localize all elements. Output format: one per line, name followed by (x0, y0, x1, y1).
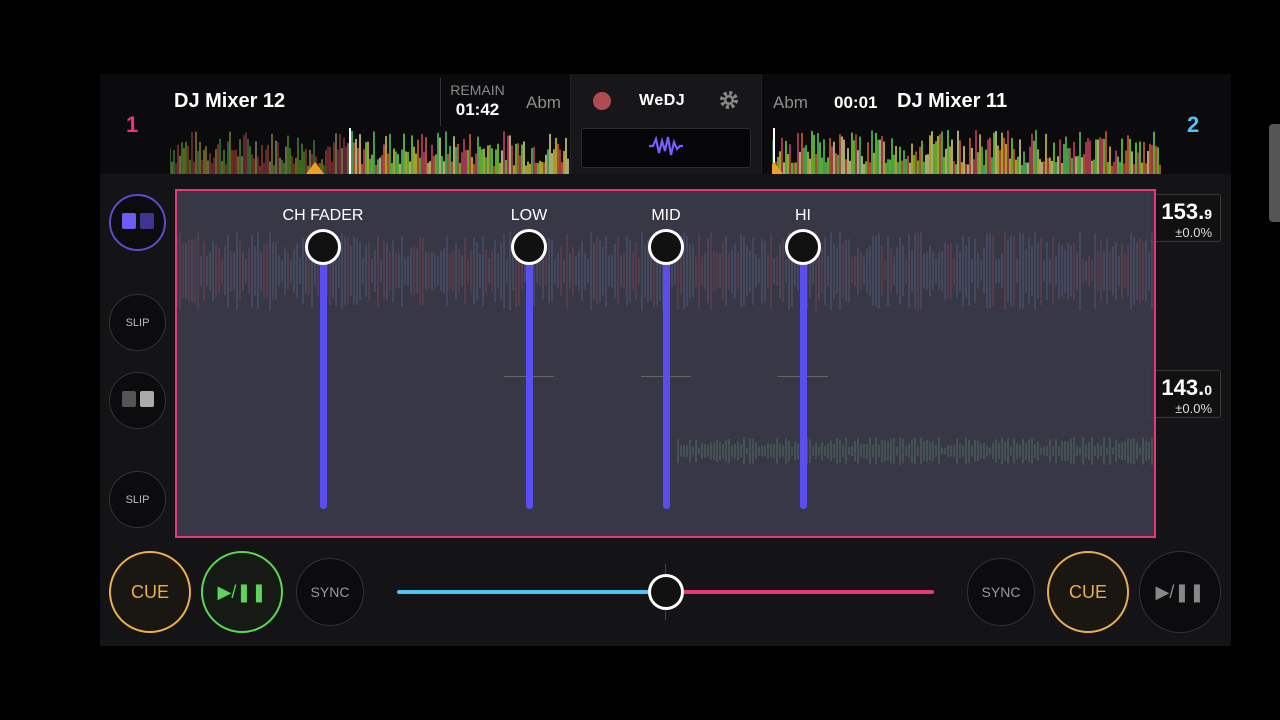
deck1-sync-button[interactable]: SYNC (296, 558, 364, 626)
crossfader-right-fill (666, 590, 934, 594)
deck1-pitch: ±0.0% (1175, 225, 1212, 240)
deck1-bpm-decimal: 9 (1204, 206, 1212, 222)
deck1-overview-waveform[interactable] (170, 128, 570, 174)
deck2-number: 2 (1187, 112, 1200, 137)
hi-eq-knob[interactable] (785, 229, 821, 265)
deck2-bpm-display[interactable]: 143.0 ±0.0% (1147, 370, 1221, 418)
mixer-view-toggle-button[interactable] (109, 194, 166, 251)
brand-logo: WeDJ (639, 92, 686, 109)
mid-eq-track[interactable] (663, 247, 670, 509)
deck2-key: Abm (773, 93, 808, 112)
deck2-overview-waveform[interactable] (772, 128, 1162, 174)
deck1-play-pause-button[interactable]: ▶/❚❚ (201, 551, 283, 633)
wedj-app: 1 DJ Mixer 12 REMAIN 01:42 Abm WeDJ Abm … (100, 74, 1231, 646)
gear-icon[interactable] (717, 88, 741, 112)
deck1-number: 1 (126, 112, 139, 137)
crossfader-knob[interactable] (648, 574, 684, 610)
deck2-bpm-decimal: 0 (1204, 382, 1212, 398)
low-eq-knob[interactable] (511, 229, 547, 265)
deck1-bpm: 153. (1161, 199, 1205, 224)
crossfader-left-fill (397, 590, 666, 594)
deck1-remain[interactable]: REMAIN 01:42 (440, 78, 514, 126)
remain-label: REMAIN (450, 82, 505, 98)
deck-view-toggle-button[interactable] (109, 372, 166, 429)
deck2-elapsed-time[interactable]: 00:01 (834, 93, 877, 113)
mixer-toggle-icon (121, 212, 155, 233)
hi-eq-track[interactable] (800, 247, 807, 509)
hi-eq-label: HI (795, 207, 811, 224)
low-eq-label: LOW (510, 207, 548, 224)
deck1-cue-button[interactable]: CUE (109, 551, 191, 633)
deck2-play-pause-button[interactable]: ▶/❚❚ (1139, 551, 1221, 633)
ch-fader-label: CH FADER (282, 207, 364, 224)
deck2-track-title: DJ Mixer 11 (897, 90, 1008, 112)
deck-toggle-icon (121, 390, 155, 411)
deck1-header: 1 DJ Mixer 12 REMAIN 01:42 Abm (100, 74, 570, 174)
waveform-icon (648, 134, 684, 162)
ch-fader-track[interactable] (320, 247, 327, 509)
scrollbar[interactable] (1269, 124, 1280, 222)
deck1-track-title: DJ Mixer 12 (174, 90, 286, 112)
deck2-pitch: ±0.0% (1175, 401, 1212, 416)
record-button[interactable] (593, 92, 611, 110)
ch-fader-knob[interactable] (305, 229, 341, 265)
slip-button-deck2[interactable]: SLIP (109, 471, 166, 528)
deck2-cue-button[interactable]: CUE (1047, 551, 1129, 633)
mid-eq-knob[interactable] (648, 229, 684, 265)
waveform-view-button[interactable] (581, 128, 751, 168)
mixer-panel: CH FADER LOW MID HI (175, 189, 1156, 538)
slip-button-deck1[interactable]: SLIP (109, 294, 166, 351)
deck2-bpm: 143. (1161, 375, 1205, 400)
remain-time: 01:42 (455, 100, 500, 119)
mid-eq-label: MID (651, 207, 681, 224)
deck1-key: Abm (526, 93, 561, 112)
center-control-panel: WeDJ (570, 74, 762, 174)
deck2-sync-button[interactable]: SYNC (967, 558, 1035, 626)
low-eq-track[interactable] (526, 247, 533, 509)
crossfader[interactable] (397, 574, 934, 610)
deck1-bpm-display[interactable]: 153.9 ±0.0% (1147, 194, 1221, 242)
